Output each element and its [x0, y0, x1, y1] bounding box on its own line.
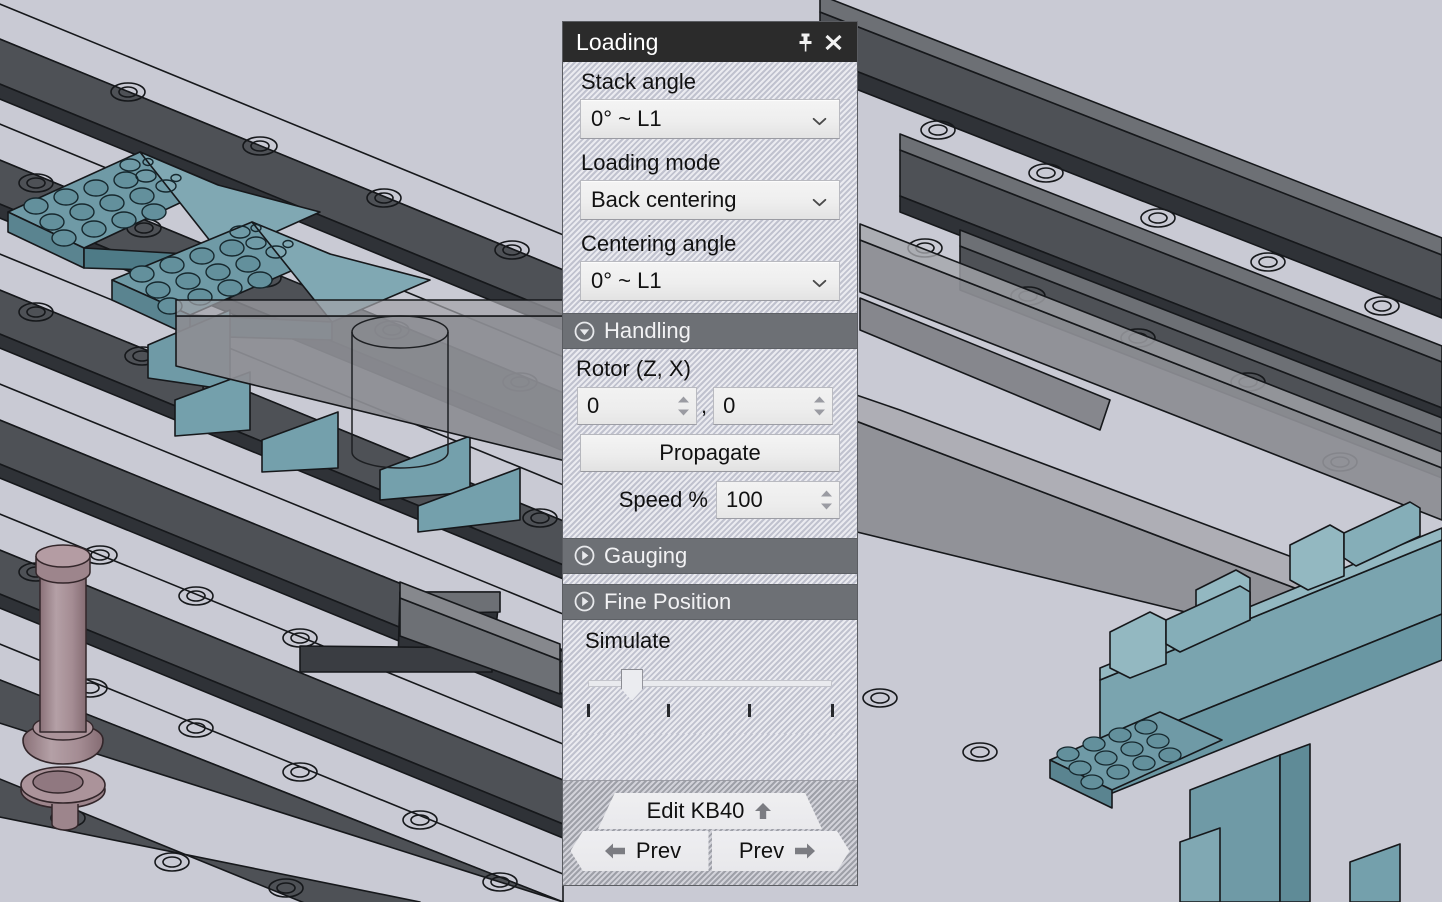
speed-stepper[interactable]: 100 [716, 480, 840, 519]
simulate-area: Simulate [563, 619, 857, 734]
slider-ticks [586, 703, 834, 718]
edit-kb40-label: Edit KB40 [646, 798, 745, 823]
stack-angle-value: 0° ~ L1 [591, 106, 662, 132]
section-title-handling: Handling [604, 318, 691, 344]
field-centering-angle: Centering angle 0° ~ L1 [563, 224, 857, 313]
centering-angle-value: 0° ~ L1 [591, 268, 662, 294]
close-icon[interactable] [819, 27, 847, 57]
prev-back-label: Prev [635, 838, 682, 863]
loading-mode-value: Back centering [591, 187, 737, 213]
slider-tick [747, 703, 751, 717]
rotor-z-spinner-arrows[interactable] [677, 395, 690, 416]
panel-titlebar[interactable]: Loading [563, 22, 857, 62]
propagate-button[interactable]: Propagate [580, 433, 840, 472]
slider-thumb[interactable] [620, 668, 643, 701]
arrow-right-icon [794, 842, 816, 860]
stack-angle-select[interactable]: 0° ~ L1 [580, 99, 840, 140]
slider-tick [830, 703, 834, 717]
section-title-fine-position: Fine Position [604, 588, 732, 614]
rotor-z-value: 0 [587, 392, 600, 418]
triangle-up-icon [821, 490, 832, 497]
slider-tick [586, 703, 590, 717]
centering-angle-select[interactable]: 0° ~ L1 [580, 261, 840, 302]
gauging-collapsed-spacer [563, 573, 857, 584]
rotor-x-stepper[interactable]: 0 [713, 386, 834, 425]
speed-row: Speed % 100 [563, 472, 857, 528]
propagate-label: Propagate [659, 439, 761, 465]
section-header-gauging[interactable]: Gauging [563, 537, 857, 574]
panel-content: Stack angle 0° ~ L1 Loading mode Back ce… [563, 62, 857, 780]
panel-title: Loading [576, 28, 659, 55]
centering-angle-label: Centering angle [581, 231, 737, 257]
prev-divider [709, 831, 712, 871]
arrow-left-icon [604, 842, 626, 860]
prev-next-label: Prev [738, 838, 785, 863]
speed-spinner-arrows[interactable] [820, 489, 833, 510]
rotor-label: Rotor (Z, X) [576, 356, 691, 382]
panel-filler [563, 733, 857, 780]
triangle-down-icon [814, 409, 826, 416]
edit-row: Edit KB40 [563, 793, 857, 829]
simulate-label: Simulate [585, 627, 671, 653]
circle-chevron-right-icon [574, 545, 595, 566]
panel-footer: Edit KB40 Prev Prev [563, 780, 857, 885]
rotor-separator: , [701, 392, 708, 418]
section-header-handling[interactable]: Handling [563, 313, 857, 350]
field-loading-mode: Loading mode Back centering [563, 143, 857, 224]
chevron-down-icon [812, 106, 827, 132]
loading-panel[interactable]: Loading Stack angle 0° ~ L1 Loading mode… [563, 22, 857, 885]
app-root: Loading Stack angle 0° ~ L1 Loading mode… [0, 0, 1442, 902]
loading-mode-select[interactable]: Back centering [580, 180, 840, 221]
field-stack-angle: Stack angle 0° ~ L1 [563, 62, 857, 143]
rotor-z-stepper[interactable]: 0 [577, 386, 697, 425]
prev-row: Prev Prev [563, 831, 857, 871]
handling-body: Rotor (Z, X) 0 , 0 Propagate Speed % 100 [563, 349, 857, 538]
pushpin-icon[interactable] [791, 27, 819, 57]
circle-chevron-right-icon [574, 591, 595, 612]
triangle-down-icon [821, 503, 832, 510]
speed-value: 100 [726, 486, 763, 512]
chevron-down-icon [812, 268, 827, 294]
triangle-up-icon [678, 396, 689, 403]
arrow-up-icon [753, 801, 773, 821]
prev-next-button[interactable]: Prev [711, 831, 850, 871]
simulate-slider[interactable] [586, 662, 834, 718]
rotor-inputs-row: 0 , 0 [563, 386, 857, 425]
rotor-x-spinner-arrows[interactable] [813, 395, 826, 416]
loading-mode-label: Loading mode [581, 150, 721, 176]
circle-chevron-down-icon [574, 321, 595, 342]
slider-tick [667, 703, 671, 717]
triangle-down-icon [678, 409, 689, 416]
section-header-fine-position[interactable]: Fine Position [563, 583, 857, 620]
section-title-gauging: Gauging [604, 542, 688, 568]
rotor-x-value: 0 [723, 392, 736, 418]
edit-kb40-button[interactable]: Edit KB40 [598, 793, 822, 829]
prev-back-button[interactable]: Prev [570, 831, 709, 871]
chevron-down-icon [812, 187, 827, 213]
triangle-up-icon [814, 396, 826, 403]
stack-angle-label: Stack angle [581, 69, 696, 94]
speed-label: Speed % [618, 486, 708, 512]
